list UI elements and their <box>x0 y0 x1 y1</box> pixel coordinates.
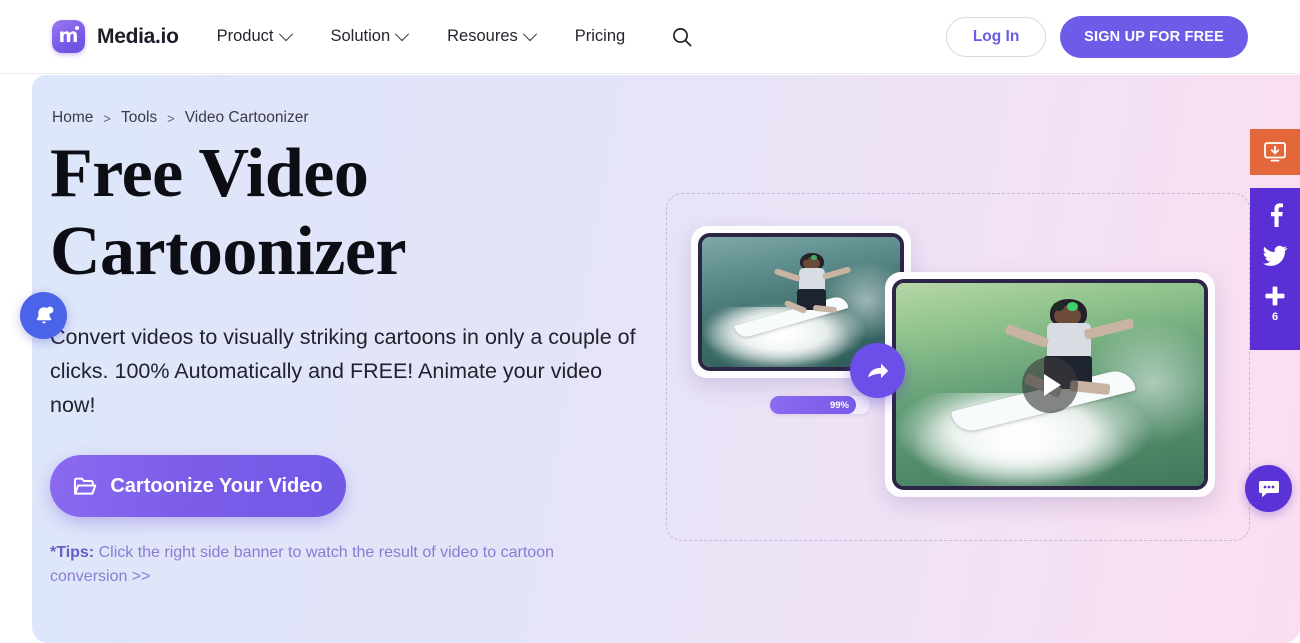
breadcrumb-home[interactable]: Home <box>52 109 93 127</box>
conversion-arrow-button[interactable] <box>850 343 905 398</box>
cta-label: Cartoonize Your Video <box>110 474 323 497</box>
surfer-goggle-right <box>1066 301 1079 311</box>
breadcrumb-separator: > <box>167 110 175 126</box>
play-button[interactable] <box>1022 356 1078 413</box>
signup-button[interactable]: SIGN UP FOR FREE <box>1060 15 1248 58</box>
monitor-download-icon <box>1264 142 1286 162</box>
surfer-goggle-left <box>803 255 810 260</box>
nav-item-product[interactable]: Product <box>216 26 293 46</box>
logo-dot <box>75 26 79 30</box>
surfer-arm-right <box>1083 318 1134 341</box>
nav-item-resources[interactable]: Resoures <box>447 26 537 46</box>
folder-open-icon <box>74 477 97 495</box>
nav-item-pricing[interactable]: Pricing <box>575 27 625 46</box>
breadcrumb-tools[interactable]: Tools <box>121 109 157 127</box>
tips-body: Click the right side banner to watch the… <box>50 544 554 585</box>
rail-download-button[interactable] <box>1250 129 1300 175</box>
site-header: m Media.io Product Solution Resoures Pri… <box>0 0 1300 74</box>
share-arrow-icon <box>867 363 888 378</box>
page-title: Free Video Cartoonizer <box>50 135 670 291</box>
share-more-button[interactable]: 6 <box>1263 284 1287 323</box>
surfer-arm-right <box>821 265 852 280</box>
media-io-logo-icon: m <box>52 20 85 53</box>
surfer-goggle-right <box>811 255 818 260</box>
logo-text: Media.io <box>97 24 179 48</box>
surfer-figure <box>773 252 866 334</box>
nav-label: Solution <box>330 27 391 45</box>
tips-text: *Tips: Click the right side banner to wa… <box>50 541 610 589</box>
plus-share-icon <box>1265 286 1285 306</box>
header-actions: Log In SIGN UP FOR FREE <box>946 15 1248 58</box>
surfer-arm-left <box>773 267 801 282</box>
cartoonized-video-frame <box>892 279 1208 490</box>
twitter-icon <box>1263 245 1288 266</box>
nav-label: Product <box>216 27 274 45</box>
main-navigation: Product Solution Resoures Pricing <box>217 24 696 50</box>
breadcrumb-current: Video Cartoonizer <box>184 109 309 126</box>
chevron-down-icon <box>278 26 293 41</box>
bell-notification-icon <box>36 306 53 323</box>
nav-label: Resoures <box>447 27 518 45</box>
play-icon <box>1043 373 1061 396</box>
chevron-down-icon <box>522 26 537 41</box>
surfer-leg-right <box>812 304 838 314</box>
hero-visual-area: 99% <box>666 193 1250 541</box>
conversion-progress-bar: 99% <box>770 396 870 414</box>
cartoonize-your-video-button[interactable]: Cartoonize Your Video <box>50 455 346 517</box>
share-facebook-button[interactable] <box>1263 202 1287 228</box>
breadcrumb-separator: > <box>103 110 111 126</box>
share-twitter-button[interactable] <box>1262 244 1288 268</box>
tips-label: *Tips: <box>50 544 95 561</box>
page-title-line-1: Free Video <box>50 135 369 212</box>
hero-subtitle: Convert videos to visually striking cart… <box>50 325 636 417</box>
nav-item-solution[interactable]: Solution <box>330 26 410 46</box>
facebook-icon <box>1271 203 1283 227</box>
logo[interactable]: m Media.io <box>52 20 179 53</box>
nav-label: Pricing <box>574 27 626 45</box>
progress-fill: 99% <box>770 396 856 414</box>
login-button[interactable]: Log In <box>946 16 1047 57</box>
chat-support-button[interactable] <box>1245 465 1292 512</box>
surfer-goggle-left <box>1052 301 1065 311</box>
chat-bubble-icon <box>1258 480 1279 497</box>
social-share-rail: 6 <box>1250 188 1300 350</box>
breadcrumb: Home > Tools > Video Cartoonizer <box>52 109 309 127</box>
chevron-down-icon <box>395 26 410 41</box>
hero-section: Home > Tools > Video Cartoonizer Free Vi… <box>32 75 1300 643</box>
page-title-line-2: Cartoonizer <box>50 213 407 290</box>
cartoonized-video-card[interactable] <box>885 272 1215 497</box>
progress-value: 99% <box>829 399 849 411</box>
search-icon[interactable] <box>669 24 695 50</box>
search-glyph <box>673 27 692 46</box>
share-count: 6 <box>1271 311 1279 323</box>
notification-bell-button[interactable] <box>20 292 67 339</box>
